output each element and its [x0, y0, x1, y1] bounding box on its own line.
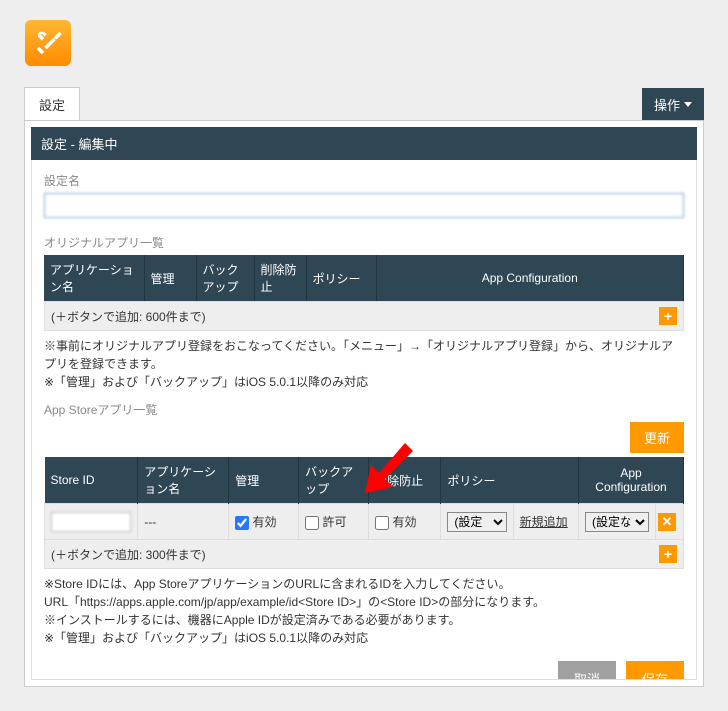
settings-panel: 設定 - 編集中 設定名 オリジナルアプリ一覧 アプリケーション名 管理 バック…: [24, 120, 704, 687]
table-row: --- 有効 許可 有効 (設定: [45, 504, 684, 540]
storeid-input[interactable]: [51, 512, 131, 532]
panel-title: 設定 - 編集中: [31, 127, 697, 160]
plus-icon: +: [664, 308, 672, 324]
backup-checkbox[interactable]: [305, 516, 319, 530]
col-policy: ポリシー: [306, 255, 376, 301]
config-select[interactable]: (設定な: [585, 512, 649, 532]
appname-cell: ---: [138, 504, 229, 540]
store-apps-table: Store ID アプリケーション名 管理 バックアップ 削除防止 ポリシー A…: [44, 457, 684, 540]
app-logo: [25, 20, 71, 66]
close-icon: ✕: [661, 514, 672, 530]
backup-label: 許可: [323, 515, 347, 529]
col-appconfig: App Configuration: [376, 255, 684, 301]
delete-row-button[interactable]: ✕: [658, 513, 676, 531]
col-prevent: 削除防止: [254, 255, 306, 301]
col-appname2: アプリケーション名: [138, 457, 229, 504]
store-note: ※Store IDには、App StoreアプリケーションのURLに含まれるID…: [44, 575, 684, 647]
store-add-hint: (＋ボタンで追加: 300件まで): [51, 546, 206, 563]
orig-add-row: (＋ボタンで追加: 600件まで) +: [44, 301, 684, 331]
update-button[interactable]: 更新: [630, 422, 684, 453]
name-input[interactable]: [44, 193, 684, 218]
policy-select[interactable]: (設定: [447, 512, 506, 532]
prevent-label: 有効: [392, 515, 416, 529]
col-policy2: ポリシー: [441, 457, 579, 504]
operations-dropdown[interactable]: 操作: [642, 88, 704, 121]
col-storeid: Store ID: [45, 457, 138, 504]
operations-label: 操作: [654, 95, 680, 114]
orig-note: ※事前にオリジナルアプリ登録をおこなってください。「メニュー」→「オリジナルアプ…: [44, 337, 684, 391]
col-appname: アプリケーション名: [44, 255, 144, 301]
manage-checkbox[interactable]: [235, 516, 249, 530]
store-add-button[interactable]: +: [659, 545, 677, 563]
orig-apps-table: アプリケーション名 管理 バックアップ 削除防止 ポリシー App Config…: [44, 255, 684, 301]
store-add-row: (＋ボタンで追加: 300件まで) +: [44, 540, 684, 569]
col-backup2: バックアップ: [299, 457, 369, 504]
col-backup: バックアップ: [196, 255, 254, 301]
orig-section-title: オリジナルアプリ一覧: [44, 234, 684, 251]
tab-settings[interactable]: 設定: [24, 87, 80, 121]
plus-icon: +: [664, 546, 672, 562]
name-label: 設定名: [44, 172, 684, 189]
save-button[interactable]: 保存: [626, 661, 684, 680]
wrench-screwdriver-icon: [33, 28, 63, 58]
manage-label: 有効: [253, 515, 277, 529]
add-new-link[interactable]: 新規追加: [520, 515, 568, 529]
cancel-button[interactable]: 取消: [558, 661, 616, 680]
orig-add-button[interactable]: +: [659, 307, 677, 325]
col-appconfig2: App Configuration: [578, 457, 683, 504]
col-manage2: 管理: [229, 457, 299, 504]
store-section-title: App Storeアプリ一覧: [44, 401, 684, 418]
col-prevent2: 削除防止: [369, 457, 441, 504]
orig-add-hint: (＋ボタンで追加: 600件まで): [51, 308, 206, 325]
col-manage: 管理: [144, 255, 196, 301]
prevent-checkbox[interactable]: [375, 516, 389, 530]
chevron-down-icon: [684, 102, 692, 107]
